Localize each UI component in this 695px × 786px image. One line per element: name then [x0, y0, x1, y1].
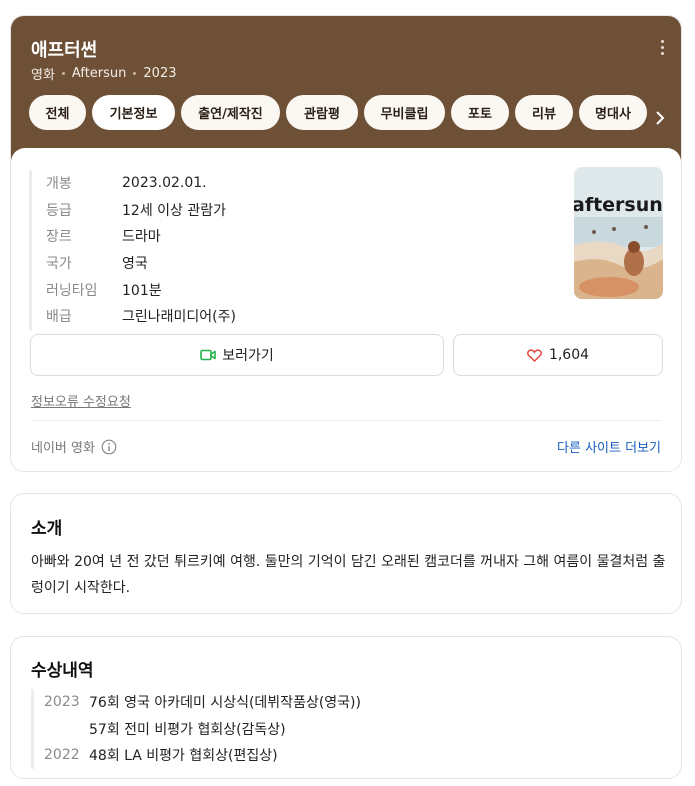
- info-key: 개봉: [46, 176, 72, 193]
- awards-card: 수상내역 2023 76회 영국 아카데미 시상식(데뷔작품상(영국)) 57회…: [10, 636, 682, 779]
- movie-header: 애프터썬 영화 Aftersun 2023 전체 기본정보 출연/제작진 관람평…: [11, 16, 681, 161]
- watch-button-label: 보러가기: [222, 348, 274, 364]
- info-value: 101분: [122, 282, 162, 299]
- tab-review[interactable]: 리뷰: [515, 95, 573, 130]
- info-value: 드라마: [122, 229, 161, 246]
- tab-basic-info[interactable]: 기본정보: [92, 95, 175, 130]
- movie-meta: 영화 Aftersun 2023: [31, 64, 177, 83]
- movie-poster[interactable]: aftersun: [574, 167, 663, 299]
- report-error-link[interactable]: 정보오류 수정요청: [31, 391, 131, 410]
- movie-title[interactable]: 애프터썬: [31, 36, 97, 62]
- chevron-right-icon[interactable]: [647, 106, 673, 130]
- info-key: 러닝타임: [46, 282, 98, 299]
- tab-all[interactable]: 전체: [29, 95, 86, 130]
- info-key: 국가: [46, 256, 72, 273]
- meta-category: 영화: [31, 68, 55, 83]
- info-key: 등급: [46, 202, 72, 219]
- tab-photos[interactable]: 포토: [451, 95, 509, 130]
- award-year: 2022: [44, 747, 80, 764]
- like-button[interactable]: 1,604: [453, 334, 663, 376]
- award-text[interactable]: 57회 전미 비평가 협회상(감독상): [89, 719, 286, 739]
- info-row-rating: 등급 12세 이상 관람가: [46, 197, 236, 224]
- meta-original-title: Aftersun: [71, 66, 127, 81]
- intro-heading: 소개: [31, 519, 63, 539]
- info-row-release: 개봉 2023.02.01.: [46, 170, 236, 197]
- info-list: 개봉 2023.02.01. 등급 12세 이상 관람가 장르 드라마 국가 영…: [29, 170, 236, 330]
- tab-reviews-rating[interactable]: 관람평: [286, 95, 358, 130]
- more-sites-link[interactable]: 다른 사이트 더보기: [557, 437, 661, 456]
- info-value: 영국: [122, 256, 148, 273]
- info-row-distributor: 배급 그린나래미디어(주): [46, 303, 236, 330]
- award-text[interactable]: 48회 LA 비평가 협회상(편집상): [89, 745, 278, 765]
- source-label: 네이버 영화: [31, 437, 117, 456]
- awards-heading: 수상내역: [31, 661, 94, 681]
- info-row-country: 국가 영국: [46, 250, 236, 277]
- tab-quotes[interactable]: 명대사: [579, 95, 647, 130]
- info-key: 배급: [46, 309, 72, 326]
- award-year: 2023: [44, 694, 80, 711]
- source-name: 네이버 영화: [31, 441, 95, 456]
- award-row: 57회 전미 비평가 협회상(감독상): [44, 716, 361, 743]
- info-icon[interactable]: [101, 439, 117, 455]
- poster-title: aftersun: [574, 194, 663, 216]
- tab-bar: 전체 기본정보 출연/제작진 관람평 무비클립 포토 리뷰 명대사: [29, 95, 647, 130]
- tab-movie-clips[interactable]: 무비클립: [364, 95, 445, 130]
- info-row-runtime: 러닝타임 101분: [46, 276, 236, 303]
- movie-info-card: 애프터썬 영화 Aftersun 2023 전체 기본정보 출연/제작진 관람평…: [10, 15, 682, 472]
- separator-dot: [133, 72, 137, 75]
- info-key: 장르: [46, 229, 72, 246]
- award-row: 2023 76회 영국 아카데미 시상식(데뷔작품상(영국)): [44, 689, 361, 716]
- award-row: 2022 48회 LA 비평가 협회상(편집상): [44, 742, 361, 769]
- video-icon: [200, 349, 217, 361]
- info-value: 12세 이상 관람가: [122, 202, 226, 219]
- intro-text: 아빠와 20여 년 전 갔던 튀르키예 여행. 둘만의 기억이 담긴 오래된 캠…: [31, 554, 666, 596]
- info-value: 2023.02.01.: [122, 175, 207, 192]
- awards-list: 2023 76회 영국 아카데미 시상식(데뷔작품상(영국)) 57회 전미 비…: [31, 689, 361, 769]
- meta-year: 2023: [143, 66, 177, 81]
- award-text[interactable]: 76회 영국 아카데미 시상식(데뷔작품상(영국)): [89, 692, 361, 712]
- more-options-icon[interactable]: [661, 40, 665, 55]
- basic-info-panel: 개봉 2023.02.01. 등급 12세 이상 관람가 장르 드라마 국가 영…: [11, 148, 681, 471]
- info-value: 그린나래미디어(주): [122, 309, 236, 326]
- info-row-genre: 장르 드라마: [46, 223, 236, 250]
- like-count: 1,604: [548, 347, 590, 363]
- intro-card: 소개 아빠와 20여 년 전 갔던 튀르키예 여행. 둘만의 기억이 담긴 오래…: [10, 493, 682, 614]
- heart-icon: [527, 348, 542, 362]
- watch-button[interactable]: 보러가기: [30, 334, 444, 376]
- divider: [31, 420, 661, 421]
- separator-dot: [61, 72, 65, 75]
- tab-cast-crew[interactable]: 출연/제작진: [181, 95, 280, 130]
